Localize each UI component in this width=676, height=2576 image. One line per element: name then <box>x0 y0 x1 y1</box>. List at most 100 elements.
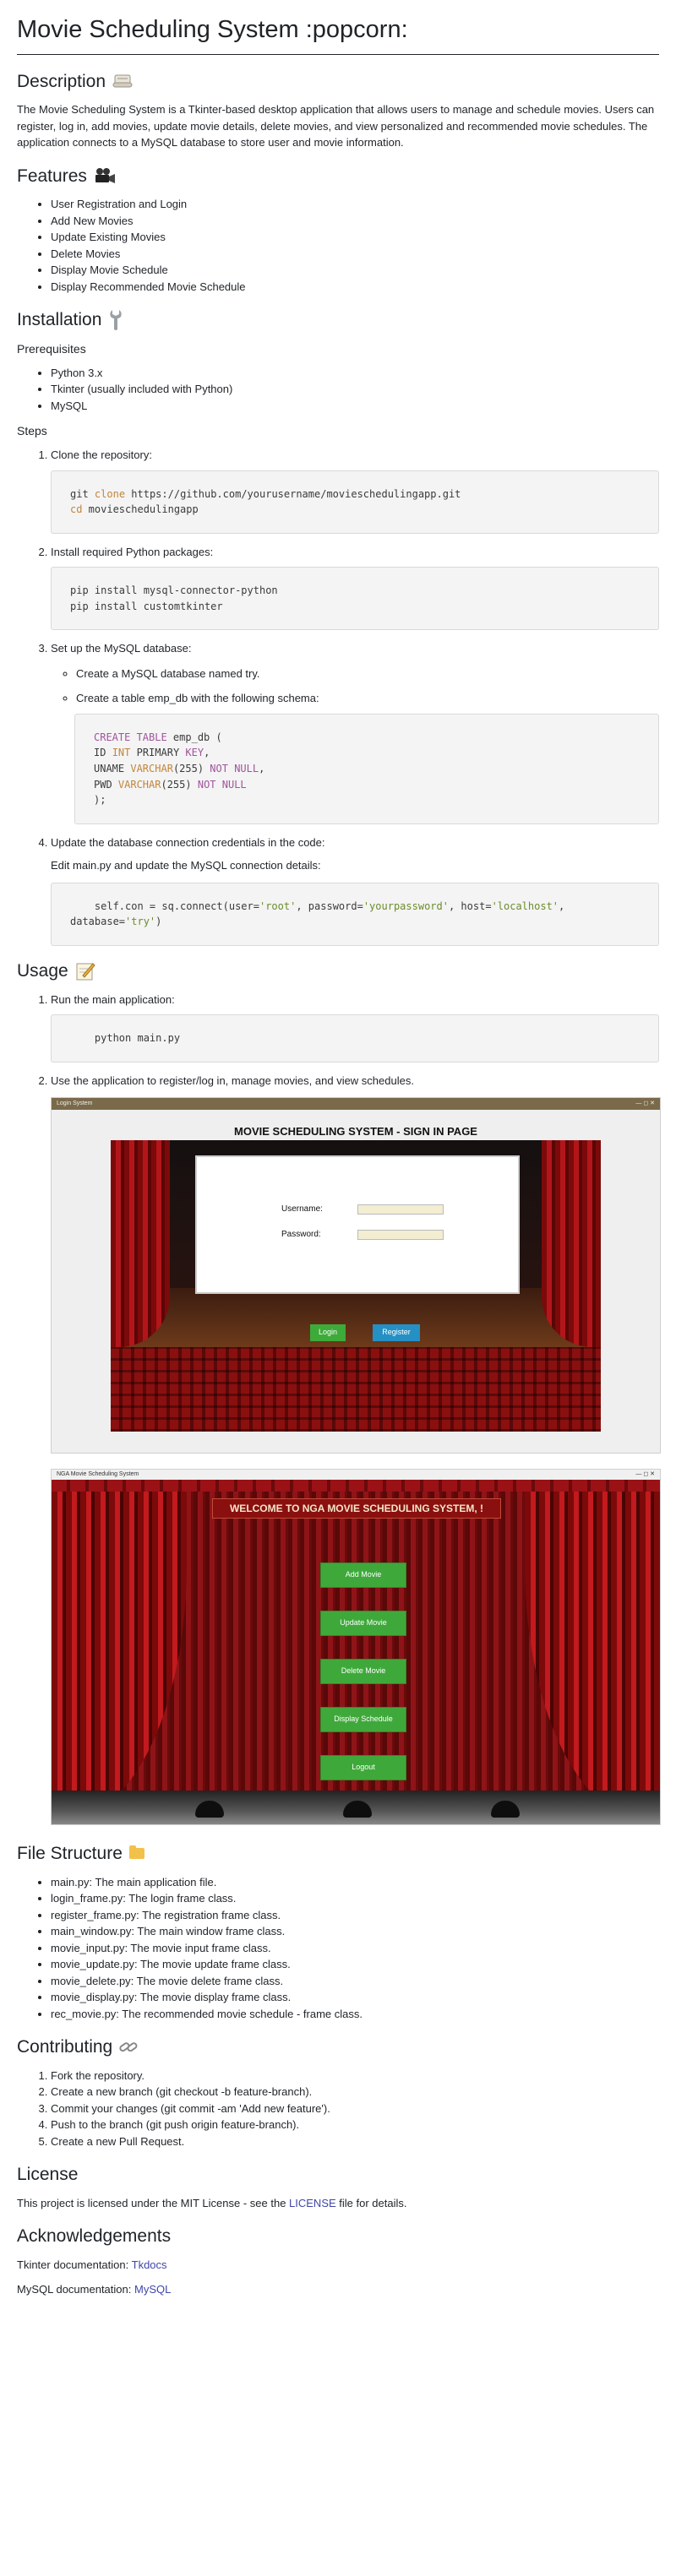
tkdocs-link[interactable]: Tkdocs <box>132 2258 167 2271</box>
features-heading-text: Features <box>17 166 87 186</box>
usage-step-2: Use the application to register/log in, … <box>51 1073 659 1090</box>
description-heading: Description <box>17 68 659 95</box>
features-section: Features User Registration and Login Add… <box>17 163 659 296</box>
display-schedule-button[interactable]: Display Schedule <box>320 1707 406 1733</box>
install-step-2: Install required Python packages: pip in… <box>51 544 659 631</box>
contributing-heading-text: Contributing <box>17 2037 113 2057</box>
usage-steps: Run the main application: python main.py… <box>17 992 659 1090</box>
add-movie-button[interactable]: Add Movie <box>320 1562 406 1589</box>
feature-item: Add New Movies <box>51 213 659 230</box>
curtain-left <box>52 1480 187 1818</box>
prereq-item: MySQL <box>51 398 659 415</box>
contributing-list: Fork the repository. Create a new branch… <box>17 2068 659 2150</box>
stage-floor <box>52 1791 660 1825</box>
description-section: Description The Movie Scheduling System … <box>17 68 659 151</box>
features-heading: Features <box>17 163 659 190</box>
code-block-pip[interactable]: pip install mysql-connector-python pip i… <box>51 567 659 631</box>
memo-icon <box>76 963 95 981</box>
curtain-valance <box>52 1480 660 1492</box>
license-heading: License <box>17 2165 79 2185</box>
login-button[interactable]: Login <box>310 1324 346 1342</box>
usage-heading: Usage <box>17 958 659 985</box>
logout-button[interactable]: Logout <box>320 1755 406 1781</box>
window-titlebar: NGA Movie Scheduling System — ◻ ✕ <box>52 1470 660 1481</box>
stage-light <box>343 1801 372 1818</box>
description-heading-text: Description <box>17 71 106 91</box>
installation-section: Installation Prerequisites Python 3.x Tk… <box>17 307 659 947</box>
step-text: Run the main application: <box>51 992 175 1006</box>
login-screen: Username: Password: <box>195 1155 520 1295</box>
stage-background: WELCOME TO NGA MOVIE SCHEDULING SYSTEM, … <box>52 1480 660 1825</box>
installation-heading: Installation <box>17 307 659 334</box>
window-controls[interactable]: — ◻ ✕ <box>635 1470 655 1480</box>
page-title: Movie Scheduling System :popcorn: <box>17 12 659 55</box>
wrench-icon <box>110 309 123 330</box>
welcome-banner: WELCOME TO NGA MOVIE SCHEDULING SYSTEM, … <box>212 1498 501 1519</box>
stage-light <box>491 1801 520 1818</box>
prereq-item: Tkinter (usually included with Python) <box>51 381 659 398</box>
folder-icon <box>128 1845 144 1860</box>
code-block-connect[interactable]: self.con = sq.connect(user='root', passw… <box>51 882 659 947</box>
stage-light <box>195 1801 224 1818</box>
code-block-sql[interactable]: CREATE TABLE emp_db ( ID INT PRIMARY KEY… <box>74 713 659 824</box>
window-controls[interactable]: — ◻ ✕ <box>635 1100 655 1109</box>
substep-item: Create a MySQL database named try. <box>76 666 659 682</box>
window-title: NGA Movie Scheduling System <box>57 1470 139 1477</box>
description-text: The Movie Scheduling System is a Tkinter… <box>17 103 655 149</box>
substep-item: Create a table emp_db with the following… <box>74 690 659 824</box>
file-item: login_frame.py: The login frame class. <box>51 1890 659 1907</box>
window-title: Login System <box>57 1100 93 1106</box>
contributing-item: Create a new branch (git checkout -b fea… <box>51 2084 659 2100</box>
delete-movie-button[interactable]: Delete Movie <box>320 1659 406 1685</box>
file-item: movie_display.py: The movie display fram… <box>51 1989 659 2006</box>
link-icon <box>119 2042 138 2052</box>
feature-item: Update Existing Movies <box>51 229 659 246</box>
license-text: This project is licensed under the MIT L… <box>17 2196 407 2209</box>
prerequisites-list: Python 3.x Tkinter (usually included wit… <box>17 365 659 415</box>
usage-step-1: Run the main application: python main.py <box>51 992 659 1062</box>
password-input[interactable] <box>357 1230 444 1241</box>
feature-item: Delete Movies <box>51 246 659 263</box>
install-steps: Clone the repository: git clone https://… <box>17 447 659 947</box>
theater-seats <box>111 1347 601 1432</box>
contributing-item: Create a new Pull Request. <box>51 2133 659 2150</box>
step-text: Update the database connection credentia… <box>51 835 325 849</box>
contributing-heading: Contributing <box>17 2034 659 2061</box>
file-item: main_window.py: The main window frame cl… <box>51 1923 659 1940</box>
file-structure-heading: File Structure <box>17 1840 659 1867</box>
curtain-left <box>111 1140 170 1348</box>
tkinter-ack: Tkinter documentation: Tkdocs <box>17 2258 167 2271</box>
username-label: Username: <box>281 1204 323 1215</box>
code-block-run[interactable]: python main.py <box>51 1014 659 1062</box>
signin-heading: MOVIE SCHEDULING SYSTEM - SIGN IN PAGE <box>234 1125 477 1139</box>
mysql-link[interactable]: MySQL <box>134 2283 171 2296</box>
file-structure-section: File Structure main.py: The main applica… <box>17 1840 659 2022</box>
acknowledgements-heading: Acknowledgements <box>17 2226 172 2247</box>
prereq-item: Python 3.x <box>51 365 659 382</box>
update-movie-button[interactable]: Update Movie <box>320 1611 406 1637</box>
steps-heading: Steps <box>17 424 47 437</box>
contributing-item: Fork the repository. <box>51 2068 659 2084</box>
usage-heading-text: Usage <box>17 961 68 981</box>
movie-camera-icon <box>95 168 115 184</box>
install-step-3: Set up the MySQL database: Create a MySQ… <box>51 640 659 824</box>
step-text: Set up the MySQL database: <box>51 642 192 655</box>
file-item: main.py: The main application file. <box>51 1874 659 1891</box>
code-block-clone[interactable]: git clone https://github.com/yourusernam… <box>51 470 659 534</box>
username-input[interactable] <box>357 1204 444 1215</box>
stage-floor <box>111 1288 601 1348</box>
db-substeps: Create a MySQL database named try. Creat… <box>51 666 659 824</box>
step-note: Edit main.py and update the MySQL connec… <box>51 859 321 872</box>
main-window-screenshot: NGA Movie Scheduling System — ◻ ✕ WELCOM… <box>51 1469 661 1826</box>
register-button[interactable]: Register <box>373 1324 420 1342</box>
file-item: movie_input.py: The movie input frame cl… <box>51 1940 659 1957</box>
readme-page: Movie Scheduling System :popcorn: Descri… <box>0 0 676 2318</box>
prerequisites-heading: Prerequisites <box>17 341 86 356</box>
feature-item: Display Movie Schedule <box>51 262 659 279</box>
signin-screenshot: Login System — ◻ ✕ MOVIE SCHEDULING SYST… <box>51 1097 661 1454</box>
file-item: movie_delete.py: The movie delete frame … <box>51 1973 659 1990</box>
license-link[interactable]: LICENSE <box>289 2197 336 2209</box>
step-text: Clone the repository: <box>51 448 152 461</box>
file-item: register_frame.py: The registration fram… <box>51 1907 659 1924</box>
window-titlebar: Login System — ◻ ✕ <box>52 1098 660 1111</box>
